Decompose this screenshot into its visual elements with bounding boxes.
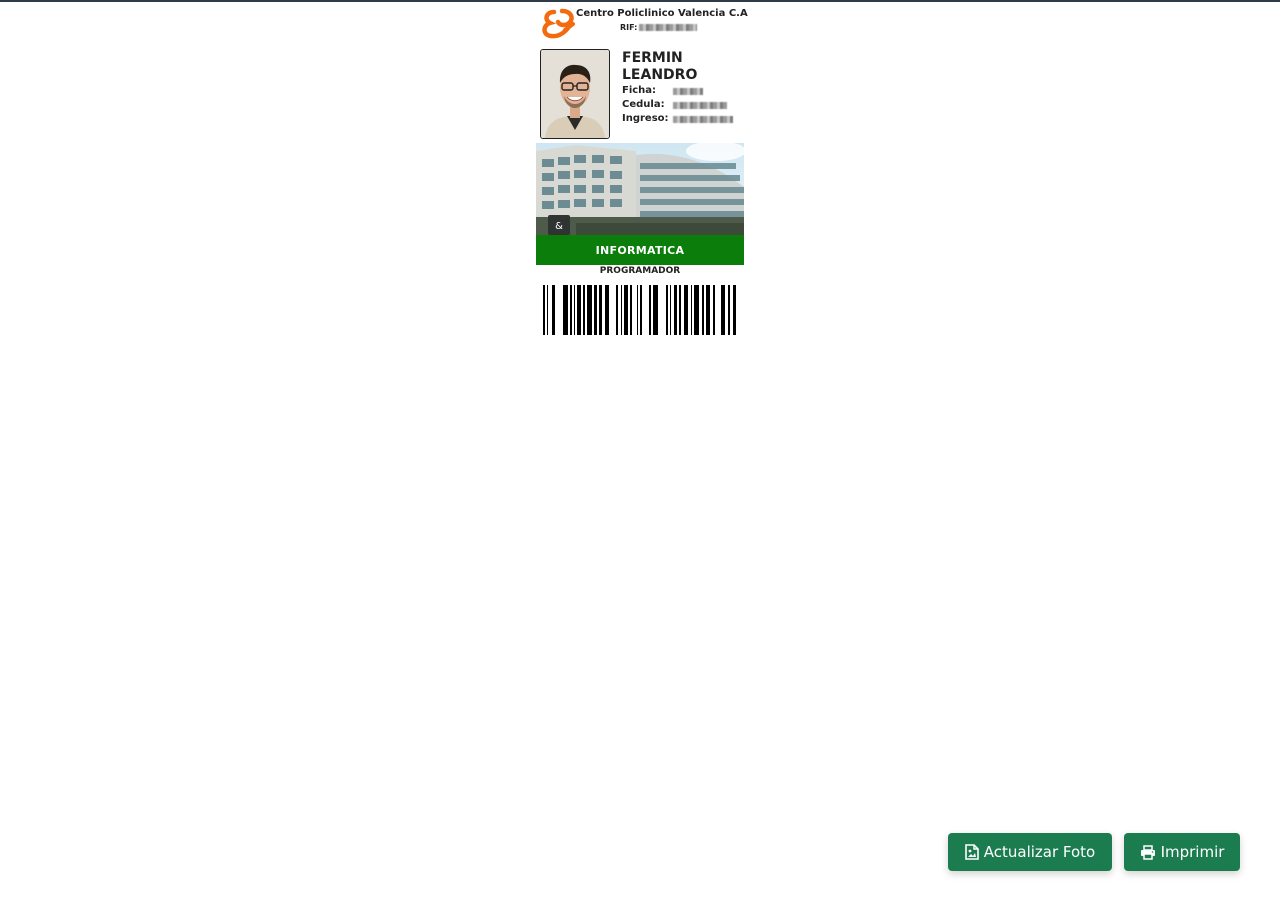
company-logo xyxy=(542,8,575,39)
id-card: Centro Policlinico Valencia C.A RIF: FER… xyxy=(536,2,748,338)
cedula-row: Cedula: xyxy=(622,98,742,112)
printer-icon xyxy=(1140,844,1155,860)
ficha-label: Ficha: xyxy=(622,85,657,96)
company-name: Centro Policlinico Valencia C.A xyxy=(576,8,748,19)
rif-label: RIF: xyxy=(620,23,638,32)
employee-first-name: FERMIN xyxy=(622,50,683,66)
image-file-icon xyxy=(964,844,979,860)
cedula-label: Cedula: xyxy=(622,99,665,110)
employee-barcode xyxy=(543,285,736,335)
employee-last-name: LEANDRO xyxy=(622,67,698,83)
department-banner: INFORMATICA xyxy=(536,235,744,265)
employee-portrait xyxy=(541,50,609,138)
print-button[interactable]: Imprimir xyxy=(1124,833,1240,871)
update-photo-button[interactable]: Actualizar Foto xyxy=(948,833,1112,871)
ingreso-value-redacted xyxy=(673,115,733,123)
ingreso-row: Ingreso: xyxy=(622,112,742,126)
ficha-row: Ficha: xyxy=(622,84,742,98)
ficha-value-redacted xyxy=(673,87,703,95)
svg-text:&: & xyxy=(555,221,563,232)
rif-row: RIF: xyxy=(620,23,698,32)
ingreso-label: Ingreso: xyxy=(622,113,669,124)
employee-photo xyxy=(540,49,610,139)
position-title: PROGRAMADOR xyxy=(599,266,681,276)
rif-value-redacted xyxy=(639,24,698,31)
update-photo-label: Actualizar Foto xyxy=(983,843,1096,861)
print-label: Imprimir xyxy=(1160,843,1225,861)
cedula-value-redacted xyxy=(673,101,727,109)
employee-info: FERMIN LEANDRO Ficha: Cedula: Ingreso: xyxy=(622,50,742,126)
building-photo: & xyxy=(536,143,744,235)
